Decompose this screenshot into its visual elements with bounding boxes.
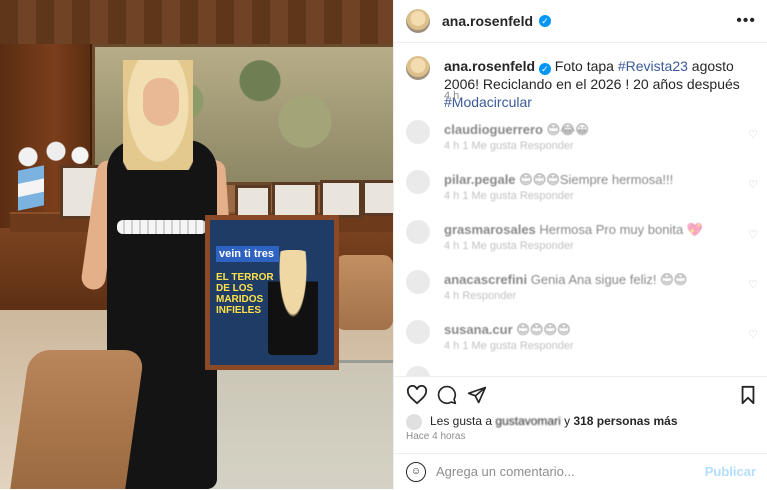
cornice	[0, 0, 393, 47]
heart-icon[interactable]: ♡	[748, 278, 758, 291]
comment-meta: 4 h 1 Me gusta Responder	[444, 240, 574, 252]
comment-text: Hermosa Pro muy bonita 💖	[539, 222, 703, 237]
post-header: ana.rosenfeld ✓ •••	[394, 0, 767, 43]
comment-composer: ☺ Publicar	[394, 453, 767, 490]
argentina-flag	[18, 165, 44, 211]
post-image[interactable]: vein ti tres EL TERROR DE LOS MARIDOS IN…	[0, 0, 393, 489]
heart-icon[interactable]	[406, 385, 428, 405]
comment-avatar[interactable]	[406, 120, 430, 144]
comment-meta: 4 h Responder	[444, 290, 517, 302]
post-panel: ana.rosenfeld ✓ ••• ana.rosenfeld ✓ Foto…	[393, 0, 767, 489]
comment-avatar[interactable]	[406, 366, 430, 376]
likes-summary[interactable]: Les gusta a gustavomari y 318 personas m…	[406, 414, 678, 430]
caption-timestamp: 4 h	[444, 90, 460, 102]
publish-button[interactable]: Publicar	[705, 464, 756, 479]
comment-avatar[interactable]	[406, 320, 430, 344]
photo-frame	[272, 182, 318, 218]
comment-username[interactable]: anacascrefini	[444, 272, 527, 287]
comment-username[interactable]: pilar.pegale	[444, 172, 516, 187]
comment-meta: 4 h 1 Me gusta Responder	[444, 190, 574, 202]
comment-item: grasmarosales Hermosa Pro muy bonita 💖 4…	[394, 214, 767, 258]
pearl-belt	[117, 220, 207, 234]
comment-text: Genia Ana sigue feliz! 😊😊	[530, 272, 688, 287]
comment-item: anacascrefini Genia Ana sigue feliz! 😊😊 …	[394, 264, 767, 308]
caption-avatar[interactable]	[406, 56, 430, 80]
bookmark-icon[interactable]	[740, 385, 756, 405]
likes-prefix: Les gusta a	[430, 414, 496, 429]
liker-avatar	[406, 414, 422, 430]
photo-frame	[235, 185, 271, 219]
send-icon[interactable]	[467, 385, 487, 405]
comment-input[interactable]	[436, 460, 696, 482]
verified-badge-icon: ✓	[538, 63, 551, 75]
comment-text: 😊😊😊😊	[516, 322, 571, 337]
comment-item: pilar.pegale 😊😊😊Siempre hermosa!!! 4 h 1…	[394, 164, 767, 208]
comment-username[interactable]: grasmarosales	[444, 222, 536, 237]
comment-item: claudioguerrero 😊😂😀 4 h 1 Me gusta Respo…	[394, 114, 767, 158]
caption-username[interactable]: ana.rosenfeld	[444, 58, 535, 74]
heart-icon[interactable]: ♡	[748, 128, 758, 141]
chair	[335, 255, 393, 330]
comment-text: 😊😊😊Siempre hermosa!!!	[519, 172, 674, 187]
avatar[interactable]	[406, 9, 430, 33]
emoji-icon[interactable]: ☺	[406, 462, 426, 482]
comment-avatar[interactable]	[406, 270, 430, 294]
comment-item: susana.cur 😊😊😊😊 4 h 1 Me gusta Responder…	[394, 314, 767, 358]
caption-text: Foto tapa	[550, 58, 618, 74]
heart-icon[interactable]: ♡	[748, 228, 758, 241]
comments-list[interactable]: claudioguerrero 😊😂😀 4 h 1 Me gusta Respo…	[394, 108, 767, 376]
comment-username[interactable]: claudioguerrero	[444, 122, 543, 137]
post-timestamp: Hace 4 horas	[406, 431, 466, 442]
comment-username[interactable]: susana.cur	[444, 322, 513, 337]
cover-headline: EL TERROR DE LOS MARIDOS INFIELES	[216, 272, 274, 316]
cover-model	[268, 250, 318, 355]
photo-frame	[320, 180, 362, 218]
header-username[interactable]: ana.rosenfeld	[442, 13, 533, 29]
comment-meta: 4 h 1 Me gusta Responder	[444, 140, 574, 152]
caption: ana.rosenfeld ✓ Foto tapa #Revista23 ago…	[444, 57, 744, 111]
likes-count[interactable]: 318 personas más	[573, 414, 677, 428]
heart-icon[interactable]: ♡	[748, 328, 758, 341]
verified-badge-icon: ✓	[539, 15, 551, 27]
heart-icon[interactable]: ♡	[748, 178, 758, 191]
magazine-cover-frame: vein ti tres EL TERROR DE LOS MARIDOS IN…	[205, 215, 339, 370]
comment-item	[394, 360, 767, 376]
comment-avatar[interactable]	[406, 220, 430, 244]
likes-user[interactable]: gustavomari	[495, 414, 560, 428]
more-horizontal-icon[interactable]: •••	[736, 12, 756, 30]
likes-suffix: y	[560, 414, 574, 429]
comment-meta: 4 h 1 Me gusta Responder	[444, 340, 574, 352]
photo-frame	[362, 180, 393, 216]
face	[143, 78, 179, 126]
chair	[10, 350, 145, 489]
post-actions	[394, 376, 767, 413]
hashtag-link[interactable]: #Revista23	[618, 58, 688, 74]
comment-avatar[interactable]	[406, 170, 430, 194]
glass-table	[200, 360, 393, 489]
flowers	[12, 140, 92, 168]
comment-icon[interactable]	[437, 385, 457, 405]
comment-text: 😊😂😀	[546, 122, 589, 137]
